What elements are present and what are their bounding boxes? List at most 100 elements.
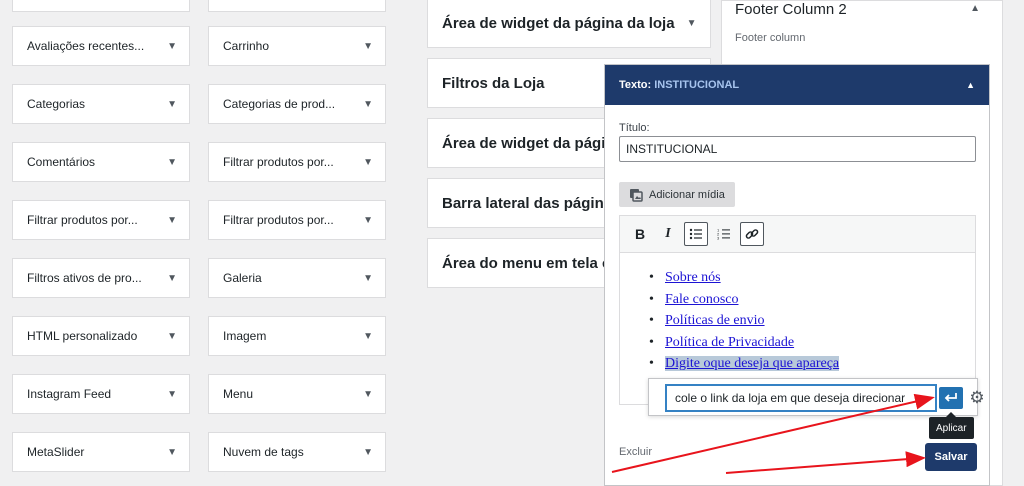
widget-item-label: Filtrar produtos por... xyxy=(27,213,138,227)
widget-item[interactable]: Categorias ▼ xyxy=(12,84,190,124)
caret-down-icon: ▼ xyxy=(363,330,373,342)
text-widget-editor: Texto:INSTITUCIONAL ▲ Título: Adicionar … xyxy=(604,64,990,486)
widget-item-label: Filtrar produtos por... xyxy=(223,155,334,169)
widget-header-title: Texto: INSTITUCIONAL xyxy=(619,79,739,91)
delete-link[interactable]: Excluir xyxy=(619,446,652,458)
widget-item[interactable]: Avaliações recentes... ▼ xyxy=(12,26,190,66)
list-link[interactable]: Políticas de envio xyxy=(665,313,765,328)
footer-column-description: Footer column xyxy=(735,32,806,44)
caret-up-icon[interactable]: ▲ xyxy=(966,80,975,90)
caret-down-icon: ▼ xyxy=(363,388,373,400)
widget-item-label: Categorias de prod... xyxy=(223,97,336,111)
bold-button[interactable]: B xyxy=(628,222,652,246)
link-button[interactable] xyxy=(740,222,764,246)
widget-area-title: Barra lateral das páginas xyxy=(442,194,621,212)
widget-item[interactable]: Carrinho ▼ xyxy=(208,26,386,66)
widget-item-label: MetaSlider xyxy=(27,445,85,459)
widget-item-label: Nuvem de tags xyxy=(223,445,304,459)
widget-item[interactable]: Imagem ▼ xyxy=(208,316,386,356)
widget-item[interactable]: Filtrar produtos por... ▼ xyxy=(208,142,386,182)
list-item-selected: Digite oque deseja que apareça xyxy=(649,353,840,375)
bullet-list-button[interactable] xyxy=(684,222,708,246)
widget-item[interactable]: Galeria ▼ xyxy=(208,258,386,298)
widget-item[interactable]: Filtros ativos de pro... ▼ xyxy=(12,258,190,298)
available-widgets-panel: ▼ Avaliações recentes... ▼ Categorias ▼ Co… xyxy=(0,0,400,486)
caret-down-icon: ▼ xyxy=(167,330,177,342)
caret-down-icon: ▼ xyxy=(167,98,177,110)
widget-item[interactable]: Filtrar produtos por... ▼ xyxy=(208,200,386,240)
numbered-list-icon: 123 xyxy=(717,228,730,241)
title-label: Título: xyxy=(619,122,650,134)
caret-down-icon: ▼ xyxy=(167,272,177,284)
enter-icon xyxy=(944,393,957,402)
list-link[interactable]: Política de Privacidade xyxy=(665,335,794,350)
caret-down-icon: ▼ xyxy=(686,17,697,29)
widget-header[interactable]: Texto: INSTITUCIONAL ▲ xyxy=(605,65,989,105)
caret-down-icon: ▼ xyxy=(363,98,373,110)
italic-button[interactable]: I xyxy=(656,222,680,246)
list-item: Fale conosco xyxy=(649,289,839,311)
add-media-label: Adicionar mídia xyxy=(649,188,725,201)
caret-down-icon: ▼ xyxy=(363,156,373,168)
caret-down-icon: ▼ xyxy=(167,156,177,168)
widget-area-title: Área de widget da página xyxy=(442,134,623,152)
caret-down-icon: ▼ xyxy=(167,446,177,458)
widget-item-label: Imagem xyxy=(223,329,267,343)
widget-item-label: Comentários xyxy=(27,155,96,169)
widget-item[interactable]: HTML personalizado ▼ xyxy=(12,316,190,356)
add-media-button[interactable]: Adicionar mídia xyxy=(619,182,735,207)
list-item: Políticas de envio xyxy=(649,310,839,332)
caret-down-icon: ▼ xyxy=(167,388,177,400)
widget-item-label: Avaliações recentes... xyxy=(27,39,145,53)
caret-down-icon: ▼ xyxy=(363,40,373,52)
widget-area-title: Filtros da Loja xyxy=(442,74,545,92)
caret-down-icon: ▼ xyxy=(167,40,177,52)
caret-down-icon: ▼ xyxy=(363,214,373,226)
editor-toolbar: B I 123 xyxy=(619,215,976,253)
widget-item-label: Categorias xyxy=(27,97,86,111)
widget-item[interactable]: MetaSlider ▼ xyxy=(12,432,190,472)
widget-item[interactable]: Instagram Feed ▼ xyxy=(12,374,190,414)
apply-link-button[interactable] xyxy=(939,387,963,409)
list-item: Sobre nós xyxy=(649,267,839,289)
inline-link-popup: ⚙ xyxy=(648,378,985,416)
widget-item[interactable]: Comentários ▼ xyxy=(12,142,190,182)
widget-item[interactable]: ▼ xyxy=(208,0,386,12)
caret-down-icon: ▼ xyxy=(363,446,373,458)
widget-item-label: Galeria xyxy=(223,271,262,285)
widget-type-label: Texto: xyxy=(619,79,652,91)
title-input[interactable] xyxy=(619,136,976,162)
list-item: Política de Privacidade xyxy=(649,332,839,354)
widget-area-title: Área de widget da página da loja xyxy=(442,14,675,32)
widget-item[interactable]: Categorias de prod... ▼ xyxy=(208,84,386,124)
footer-column-title[interactable]: Footer Column 2 xyxy=(735,1,847,18)
widget-item-label: Filtrar produtos por... xyxy=(223,213,334,227)
bullet-list-icon xyxy=(689,228,702,240)
link-url-input[interactable] xyxy=(666,385,936,411)
widget-item-label: Carrinho xyxy=(223,39,270,53)
svg-text:3: 3 xyxy=(717,236,720,241)
selected-text[interactable]: Digite oque deseja que apareça xyxy=(665,356,840,371)
caret-down-icon: ▼ xyxy=(363,272,373,284)
widget-item[interactable]: Menu ▼ xyxy=(208,374,386,414)
numbered-list-button[interactable]: 123 xyxy=(712,222,736,246)
list-link[interactable]: Fale conosco xyxy=(665,292,738,307)
widget-item[interactable]: Nuvem de tags ▼ xyxy=(208,432,386,472)
save-button[interactable]: Salvar xyxy=(925,443,977,471)
widget-item-label: HTML personalizado xyxy=(27,329,138,343)
widget-item-label: Menu xyxy=(223,387,254,401)
widget-area-shop-page[interactable]: Área de widget da página da loja ▼ xyxy=(427,0,711,48)
widget-area-title: Área do menu em tela c xyxy=(442,254,611,272)
widget-name: INSTITUCIONAL xyxy=(654,79,740,91)
gear-icon[interactable]: ⚙ xyxy=(967,387,987,409)
widget-item-label: Filtros ativos de pro... xyxy=(27,271,142,285)
caret-up-icon[interactable]: ▲ xyxy=(970,3,980,14)
link-list: Sobre nós Fale conosco Políticas de envi… xyxy=(649,267,840,375)
widget-item[interactable]: ▼ xyxy=(12,0,190,12)
link-icon xyxy=(745,229,759,239)
media-icon xyxy=(629,188,643,202)
widget-item[interactable]: Filtrar produtos por... ▼ xyxy=(12,200,190,240)
list-link[interactable]: Sobre nós xyxy=(665,270,721,285)
widget-item-label: Instagram Feed xyxy=(27,387,112,401)
apply-tooltip: Aplicar xyxy=(929,412,974,439)
